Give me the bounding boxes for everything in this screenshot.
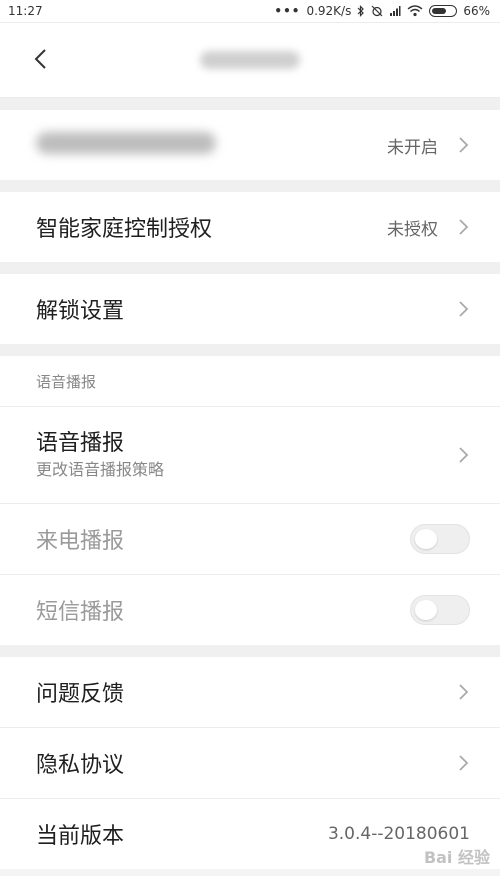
- chevron-right-icon: [459, 137, 469, 153]
- wifi-icon: [407, 5, 423, 17]
- chevron-right-icon: [459, 684, 469, 700]
- chevron-right-icon: [459, 755, 469, 771]
- feedback-label: 问题反馈: [36, 682, 125, 707]
- unlock-settings-row[interactable]: 解锁设置: [0, 274, 500, 344]
- feedback-row[interactable]: 问题反馈: [0, 657, 500, 727]
- bluetooth-icon: [357, 5, 365, 17]
- version-value: 3.0.4--20180601: [327, 824, 470, 844]
- voice-broadcast-subtitle: 更改语音播报策略: [36, 460, 165, 479]
- network-speed: 0.92K/s: [306, 4, 352, 18]
- sms-broadcast-row: 短信播报: [0, 574, 500, 645]
- chevron-right-icon: [459, 447, 469, 463]
- voice-broadcast-row[interactable]: 语音播报 更改语音播报策略: [0, 407, 500, 503]
- more-dots-icon: •••: [274, 4, 301, 18]
- smart-home-auth-row[interactable]: 智能家庭控制授权 未授权: [0, 192, 500, 262]
- blurred-setting-row[interactable]: 未开启: [0, 110, 500, 180]
- back-icon[interactable]: [30, 47, 54, 71]
- status-bar: 11:27 ••• 0.92K/s 66%: [0, 0, 500, 23]
- call-broadcast-label: 来电播报: [36, 529, 125, 554]
- call-broadcast-row: 来电播报: [0, 503, 500, 574]
- chevron-right-icon: [459, 301, 469, 317]
- status-time: 11:27: [8, 4, 43, 18]
- signal-icon: [390, 6, 401, 16]
- settings-group-top: 未开启: [0, 110, 500, 180]
- voice-broadcast-label: 语音播报: [36, 431, 125, 456]
- settings-group-home: 智能家庭控制授权 未授权: [0, 192, 500, 262]
- sms-broadcast-toggle[interactable]: [410, 595, 470, 625]
- smart-home-auth-label: 智能家庭控制授权: [36, 217, 213, 242]
- battery-percent: 66%: [463, 4, 490, 18]
- settings-group-unlock: 解锁设置: [0, 274, 500, 344]
- alarm-off-icon: [371, 5, 383, 17]
- page-title: [200, 51, 300, 69]
- version-label: 当前版本: [36, 824, 125, 849]
- voice-section-header: 语音播报: [0, 356, 500, 407]
- chevron-right-icon: [459, 219, 469, 235]
- about-section: 问题反馈 隐私协议 当前版本 3.0.4--20180601: [0, 657, 500, 869]
- unlock-settings-label: 解锁设置: [36, 299, 125, 324]
- title-bar: [0, 23, 500, 98]
- smart-home-auth-value: 未授权: [387, 219, 438, 240]
- privacy-row[interactable]: 隐私协议: [0, 727, 500, 798]
- watermark: Bai 经验: [423, 848, 490, 867]
- sms-broadcast-label: 短信播报: [36, 600, 125, 625]
- privacy-label: 隐私协议: [36, 753, 125, 778]
- blurred-setting-value: 未开启: [387, 137, 438, 158]
- voice-section: 语音播报 语音播报 更改语音播报策略 来电播报 短信播报: [0, 356, 500, 645]
- battery-icon: [429, 5, 458, 17]
- blurred-setting-label: [36, 132, 216, 154]
- call-broadcast-toggle[interactable]: [410, 524, 470, 554]
